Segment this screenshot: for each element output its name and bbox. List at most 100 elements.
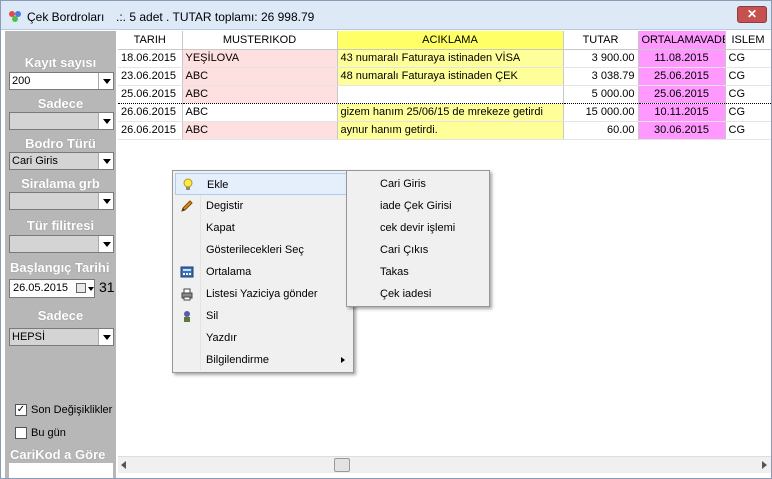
menu-item-yazdir[interactable]: Yazdır — [175, 327, 351, 349]
start-date-value: 26.05.2015 — [13, 282, 69, 294]
sadece-combo-2[interactable]: HEPSİ — [9, 328, 114, 346]
cell-tutar[interactable]: 15 000.00 — [563, 103, 639, 122]
cell-aciklama[interactable]: 43 numaralı Faturaya istinaden VİSA — [337, 49, 564, 68]
menu-label: Sil — [206, 310, 219, 322]
cell-aciklama[interactable]: 48 numaralı Faturaya istinaden ÇEK — [337, 67, 564, 86]
header-musterikod[interactable]: MUSTERIKOD — [182, 31, 338, 50]
bodro-combo[interactable]: Cari Giris — [9, 152, 114, 170]
menu-label: Kapat — [206, 222, 235, 234]
cell-musterikod[interactable]: ABC — [182, 121, 338, 140]
cell-musterikod[interactable]: ABC — [182, 103, 338, 122]
start-date-picker[interactable]: 26.05.2015 — [9, 279, 95, 298]
menu-item-yazici[interactable]: Listesi Yaziciya gönder — [175, 283, 351, 305]
siralama-combo[interactable] — [9, 192, 114, 210]
table-row[interactable]: 26.06.2015 ABC aynur hanım getirdi. 60.0… — [118, 121, 771, 140]
table-row[interactable]: 23.06.2015 ABC 48 numaralı Faturaya isti… — [118, 67, 771, 86]
table-row[interactable]: 26.06.2015 ABC gizem hanım 25/06/15 de m… — [118, 103, 771, 122]
sadece-label-2: Sadece — [37, 308, 84, 323]
chevron-down-icon[interactable] — [98, 153, 113, 169]
cell-islem[interactable]: CG — [725, 49, 771, 68]
cell-tutar[interactable]: 3 038.79 — [563, 67, 639, 86]
cell-musterikod[interactable]: YEŞİLOVA — [182, 49, 338, 68]
kayit-combo[interactable]: 200 — [9, 72, 114, 90]
cell-musterikod[interactable]: ABC — [182, 67, 338, 86]
cell-ortalamavade[interactable]: 25.06.2015 — [638, 67, 726, 86]
bodro-label: Bodro Türü — [25, 136, 96, 151]
header-islem[interactable]: ISLEM — [725, 31, 771, 50]
header-ortalamavade[interactable]: ORTALAMAVADE — [638, 31, 726, 50]
scroll-thumb[interactable] — [334, 458, 350, 472]
chevron-down-icon[interactable] — [98, 73, 113, 89]
sadece-combo-1[interactable] — [9, 112, 114, 130]
submenu-item-cek-devir[interactable]: cek devir işlemi — [349, 217, 487, 239]
menu-item-kapat[interactable]: Kapat — [175, 217, 351, 239]
menu-item-gosterilecekleri[interactable]: Gösterilecekleri Seç — [175, 239, 351, 261]
chevron-down-icon[interactable] — [98, 329, 113, 345]
bugun-checkbox[interactable] — [15, 427, 27, 439]
cell-ortalamavade[interactable]: 30.06.2015 — [638, 121, 726, 140]
cell-islem[interactable]: CG — [725, 84, 771, 104]
carikod-input[interactable] — [9, 463, 113, 478]
scroll-right-icon[interactable] — [762, 461, 767, 469]
app-icon — [9, 11, 21, 22]
submenu-label: Çek iadesi — [380, 288, 432, 300]
cell-tarih[interactable]: 18.06.2015 — [118, 49, 183, 68]
close-button[interactable]: ✕ — [737, 6, 767, 23]
scroll-left-icon[interactable] — [121, 461, 126, 469]
calendar-day[interactable]: 31 — [99, 279, 115, 295]
menu-item-ekle[interactable]: Ekle — [175, 173, 351, 195]
lightbulb-icon — [183, 178, 193, 190]
submenu-item-cari-cikis[interactable]: Cari Çıkıs — [349, 239, 487, 261]
cell-tutar[interactable]: 3 900.00 — [563, 49, 639, 68]
bugun-label: Bu gün — [31, 427, 66, 439]
context-menu: Ekle Degistir Kapat Gösterilecekleri Seç… — [172, 170, 354, 373]
menu-item-sil[interactable]: Sil — [175, 305, 351, 327]
cell-tutar[interactable]: 60.00 — [563, 121, 639, 140]
cell-aciklama[interactable]: aynur hanım getirdi. — [337, 121, 564, 140]
menu-item-ortalama[interactable]: Ortalama — [175, 261, 351, 283]
submenu-label: cek devir işlemi — [380, 222, 456, 234]
menu-label: Yazdır — [206, 332, 237, 344]
chevron-down-icon[interactable] — [88, 287, 94, 291]
table-row[interactable]: 18.06.2015 YEŞİLOVA 43 numaralı Faturaya… — [118, 49, 771, 68]
cell-ortalamavade[interactable]: 11.08.2015 — [638, 49, 726, 68]
submenu-item-cari-giris[interactable]: Cari Giris — [349, 173, 487, 195]
calendar-icon[interactable] — [76, 283, 86, 293]
calculator-icon — [180, 266, 194, 278]
baslangic-label: Başlangıç Tarihi — [10, 260, 110, 275]
menu-label: Listesi Yaziciya gönder — [206, 288, 318, 300]
chevron-down-icon[interactable] — [98, 236, 113, 252]
cell-musterikod[interactable]: ABC — [182, 84, 338, 104]
cell-tarih[interactable]: 25.06.2015 — [118, 84, 183, 104]
filter-sidebar: Kayıt sayısı 200 Sadece Bodro Türü Cari … — [5, 31, 116, 478]
cell-islem[interactable]: CG — [725, 121, 771, 140]
cell-tarih[interactable]: 26.06.2015 — [118, 103, 183, 122]
cell-ortalamavade[interactable]: 10.11.2015 — [638, 103, 726, 122]
cell-islem[interactable]: CG — [725, 67, 771, 86]
submenu-item-takas[interactable]: Takas — [349, 261, 487, 283]
header-aciklama[interactable]: ACIKLAMA — [337, 31, 564, 50]
chevron-down-icon[interactable] — [98, 113, 113, 129]
cell-ortalamavade[interactable]: 25.06.2015 — [638, 84, 726, 104]
son-checkbox[interactable]: ✓ — [15, 404, 27, 416]
horizontal-scrollbar[interactable] — [118, 456, 771, 473]
cell-aciklama[interactable] — [337, 84, 564, 104]
cell-tarih[interactable]: 23.06.2015 — [118, 67, 183, 86]
header-tarih[interactable]: TARIH — [118, 31, 183, 50]
cell-aciklama[interactable]: gizem hanım 25/06/15 de mrekeze getirdi — [337, 103, 564, 122]
header-tutar[interactable]: TUTAR — [563, 31, 639, 50]
menu-item-bilgilendirme[interactable]: Bilgilendirme — [175, 349, 351, 371]
pencil-icon — [181, 200, 193, 212]
menu-item-degistir[interactable]: Degistir — [175, 195, 351, 217]
cell-islem[interactable]: CG — [725, 103, 771, 122]
submenu-item-cek-iadesi[interactable]: Çek iadesi — [349, 283, 487, 305]
menu-label: Degistir — [206, 200, 244, 212]
chevron-down-icon[interactable] — [98, 193, 113, 209]
cell-tutar[interactable]: 5 000.00 — [563, 84, 639, 104]
submenu-item-iade-cek[interactable]: iade Çek Girisi — [349, 195, 487, 217]
title-bar[interactable]: Çek Bordroları .:. 5 adet . TUTAR toplam… — [1, 1, 771, 30]
cell-tarih[interactable]: 26.06.2015 — [118, 121, 183, 140]
menu-label: Ortalama — [206, 266, 252, 278]
table-row-selected[interactable]: 25.06.2015 ABC 5 000.00 25.06.2015 CG — [118, 84, 771, 104]
tur-combo[interactable] — [9, 235, 114, 253]
